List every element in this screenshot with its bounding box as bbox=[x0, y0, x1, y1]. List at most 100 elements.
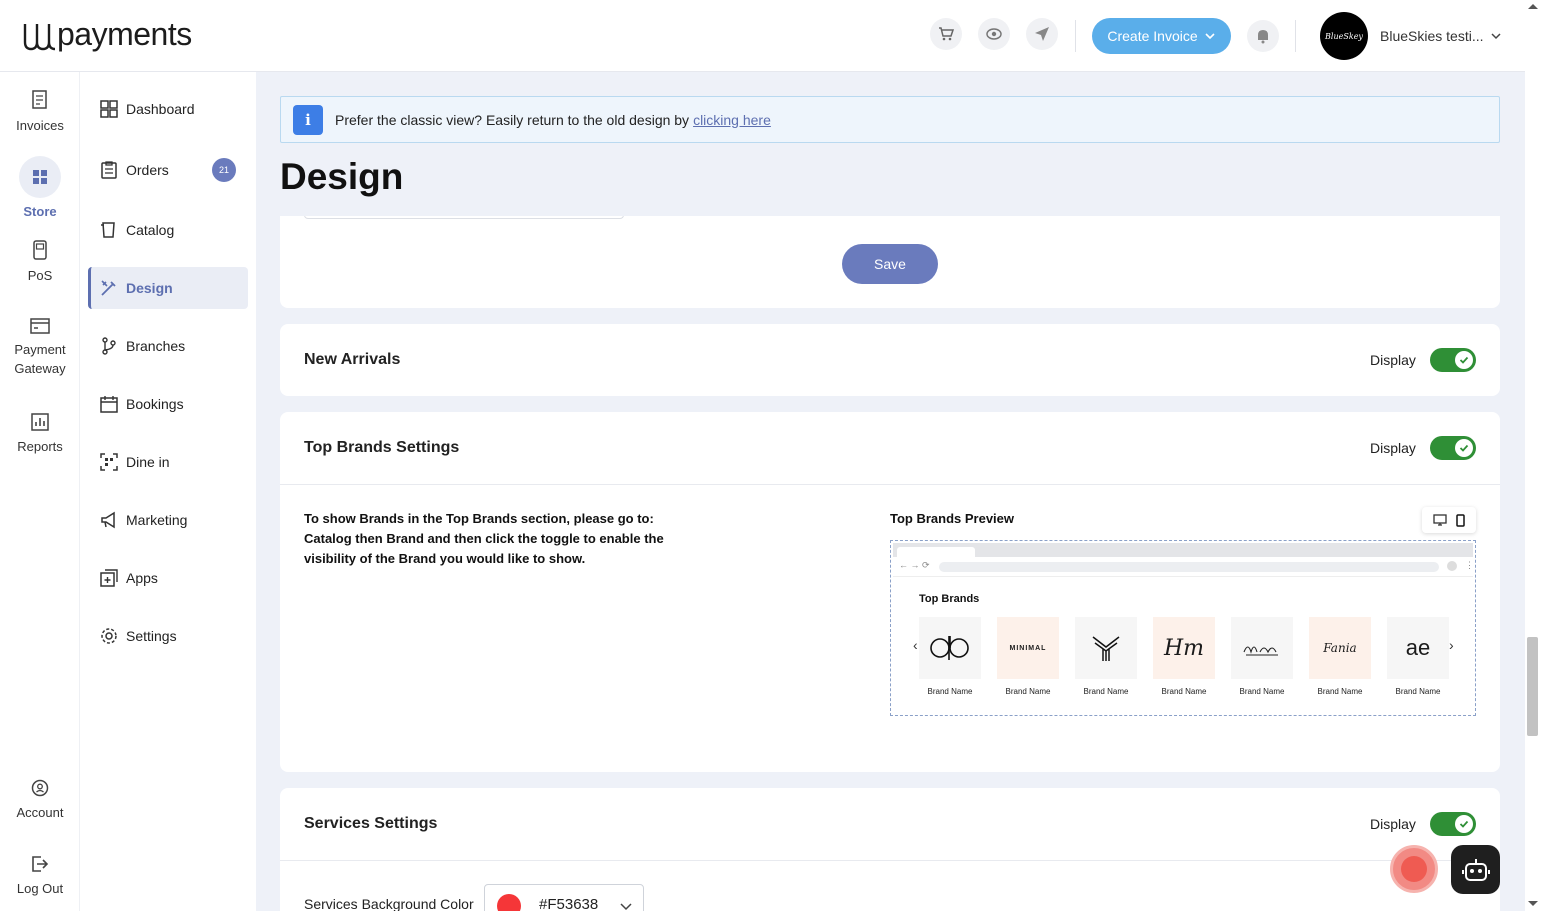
classic-view-link[interactable]: clicking here bbox=[693, 112, 771, 128]
invoice-icon bbox=[32, 90, 47, 109]
sidebar-item-apps[interactable]: Apps bbox=[88, 557, 248, 599]
sidebar-item-dashboard[interactable]: Dashboard bbox=[88, 88, 248, 130]
send-button[interactable] bbox=[1026, 18, 1058, 50]
brand-card[interactable]: Brand Name bbox=[1231, 617, 1293, 696]
avatar-text: BlueSkey bbox=[1325, 31, 1363, 41]
sidebar-item-orders[interactable]: Orders 21 bbox=[88, 149, 248, 191]
qb-logo bbox=[930, 636, 969, 660]
sidebar-item-dine-in[interactable]: Dine in bbox=[88, 441, 248, 483]
brand-logo bbox=[1231, 617, 1293, 679]
new-arrivals-title: New Arrivals bbox=[304, 351, 401, 368]
sidebar-item-catalog[interactable]: Catalog bbox=[88, 209, 248, 251]
main-rail: Invoices Store PoS Payment Gateway Repor… bbox=[0, 72, 80, 911]
color-hex-value: #F53638 bbox=[539, 896, 599, 911]
header-divider bbox=[1075, 20, 1076, 52]
rail-item-logout[interactable]: Log Out bbox=[0, 855, 80, 898]
cart-button[interactable] bbox=[930, 18, 962, 50]
scroll-up-arrow[interactable] bbox=[1528, 4, 1538, 9]
chatbot-button[interactable] bbox=[1451, 845, 1500, 894]
reports-icon bbox=[31, 413, 49, 431]
classic-view-notice: i Prefer the classic view? Easily return… bbox=[280, 96, 1500, 143]
store-sidebar: Dashboard Orders 21 Catalog Design Branc… bbox=[80, 72, 256, 911]
brand-logo: Hm bbox=[1153, 617, 1215, 679]
rail-label: Account bbox=[16, 805, 64, 820]
sidebar-item-bookings[interactable]: Bookings bbox=[88, 383, 248, 425]
notifications-button[interactable] bbox=[1247, 20, 1279, 52]
check-icon bbox=[1459, 444, 1469, 452]
brand-card[interactable]: Brand Name bbox=[1075, 617, 1137, 696]
display-label: Display bbox=[1370, 352, 1416, 368]
chevron-right-icon[interactable]: › bbox=[1449, 637, 1454, 653]
rail-item-payment-gateway[interactable]: Payment Gateway bbox=[0, 318, 80, 378]
brand-name: Brand Name bbox=[1005, 687, 1051, 696]
rail-label: Log Out bbox=[16, 881, 64, 896]
account-icon bbox=[31, 779, 49, 797]
scroll-down-arrow[interactable] bbox=[1528, 901, 1538, 906]
rail-item-reports[interactable]: Reports bbox=[0, 413, 80, 456]
sidebar-item-label: Catalog bbox=[126, 222, 175, 238]
scrollbar-thumb[interactable] bbox=[1527, 637, 1538, 736]
save-button[interactable]: Save bbox=[842, 244, 938, 284]
rail-item-store[interactable]: Store bbox=[0, 156, 80, 221]
check-icon bbox=[1459, 356, 1469, 364]
device-toggle bbox=[1422, 507, 1476, 533]
logout-icon bbox=[32, 856, 49, 872]
chevron-down-icon[interactable] bbox=[1490, 30, 1502, 42]
sidebar-item-marketing[interactable]: Marketing bbox=[88, 499, 248, 541]
brand-card[interactable]: ae Brand Name bbox=[1387, 617, 1449, 696]
rail-item-invoices[interactable]: Invoices bbox=[0, 90, 80, 135]
previous-section-card: Save bbox=[280, 216, 1500, 308]
mobile-icon[interactable] bbox=[1456, 513, 1465, 527]
orders-icon bbox=[101, 161, 117, 179]
app-logo[interactable]: payments bbox=[22, 16, 192, 53]
apps-icon bbox=[100, 569, 118, 587]
sidebar-item-branches[interactable]: Branches bbox=[88, 325, 248, 367]
page-scrollbar[interactable] bbox=[1525, 0, 1541, 911]
rail-label: Invoices bbox=[16, 118, 64, 133]
create-invoice-label: Create Invoice bbox=[1107, 28, 1198, 44]
preview-button[interactable] bbox=[978, 18, 1010, 50]
brand-logo-text: MINIMAL bbox=[1009, 644, 1047, 652]
rail-label: PoS bbox=[27, 268, 53, 283]
sidebar-item-settings[interactable]: Settings bbox=[88, 615, 248, 657]
top-brands-display-toggle[interactable] bbox=[1430, 436, 1476, 460]
rail-item-pos[interactable]: PoS bbox=[0, 240, 80, 285]
new-arrivals-display-toggle[interactable] bbox=[1430, 348, 1476, 372]
brand-logo-text: Fania bbox=[1323, 641, 1357, 655]
help-button[interactable] bbox=[1390, 845, 1438, 893]
brand-card[interactable]: Hm Brand Name bbox=[1153, 617, 1215, 696]
text-input[interactable] bbox=[304, 216, 624, 219]
rail-item-account[interactable]: Account bbox=[0, 779, 80, 822]
browser-nav-icons: ← → ⟳ bbox=[899, 560, 930, 570]
desktop-icon[interactable] bbox=[1433, 514, 1447, 526]
brand-card[interactable]: MINIMAL Brand Name bbox=[997, 617, 1059, 696]
services-card: Services Settings Display Services Backg… bbox=[280, 788, 1500, 911]
account-name[interactable]: BlueSkies testi... bbox=[1380, 28, 1484, 44]
services-display-toggle[interactable] bbox=[1430, 812, 1476, 836]
check-icon bbox=[1459, 820, 1469, 828]
bell-icon bbox=[1258, 30, 1268, 44]
sidebar-item-label: Dashboard bbox=[126, 101, 195, 117]
rail-label: Reports bbox=[17, 439, 63, 454]
browser-tabbar bbox=[893, 543, 1473, 559]
avatar[interactable]: BlueSkey bbox=[1320, 12, 1368, 60]
brand-card[interactable]: Fania Brand Name bbox=[1309, 617, 1371, 696]
page-title: Design bbox=[280, 156, 404, 197]
browser-menu-icon: ⋮ bbox=[1465, 560, 1474, 570]
brand-card[interactable]: Brand Name bbox=[919, 617, 981, 696]
logo-mark-icon bbox=[23, 23, 56, 50]
payment-gateway-icon bbox=[30, 318, 50, 334]
create-invoice-button[interactable]: Create Invoice bbox=[1092, 18, 1231, 54]
store-icon bbox=[33, 170, 47, 184]
sidebar-item-design[interactable]: Design bbox=[88, 267, 248, 309]
display-label: Display bbox=[1370, 816, 1416, 832]
branches-icon bbox=[102, 337, 116, 355]
rail-label: Store bbox=[23, 204, 57, 219]
services-bg-color-picker[interactable]: #F53638 bbox=[484, 884, 644, 911]
top-brands-preview: ← → ⟳ ⋮ Top Brands ‹ Brand Name MINIMAL … bbox=[890, 540, 1476, 716]
brand-logo bbox=[1075, 617, 1137, 679]
stripes-logo bbox=[1092, 636, 1120, 661]
brand-name: Brand Name bbox=[1317, 687, 1363, 696]
chevron-left-icon[interactable]: ‹ bbox=[913, 637, 918, 653]
chevron-down-icon bbox=[620, 903, 632, 911]
